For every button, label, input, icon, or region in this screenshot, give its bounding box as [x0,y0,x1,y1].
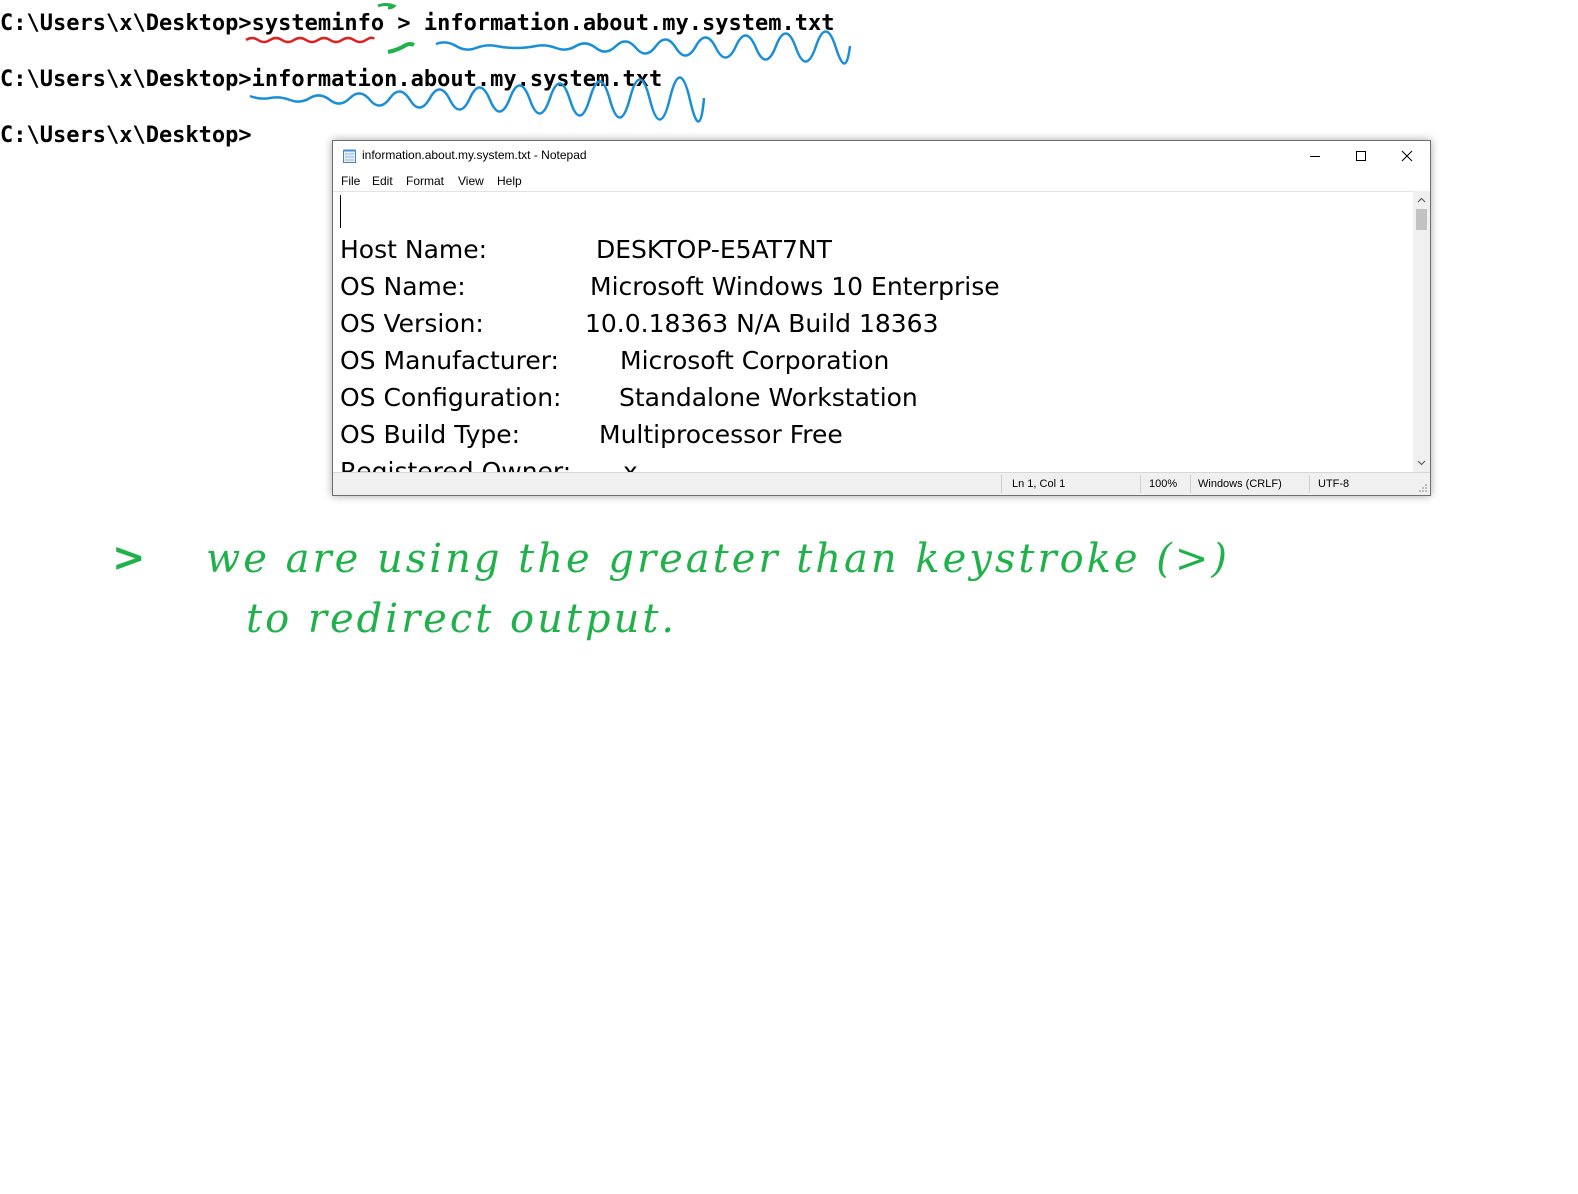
menu-view[interactable]: View [458,174,484,188]
minimize-icon [1310,156,1320,157]
handwritten-note-line-1: we are using the greater than keystroke … [206,536,1231,582]
info-key: Host Name: [340,235,488,264]
info-row: OS Configuration: Standalone Workstation [340,379,918,416]
info-row: OS Manufacturer: Microsoft Corporation [340,342,889,379]
handwritten-note-line-2: to redirect output. [246,596,678,642]
info-key: OS Name: [340,272,466,301]
status-separator [1309,475,1310,493]
info-value: Microsoft Windows 10 Enterprise [590,272,1000,301]
terminal-line-2: C:\Users\x\Desktop>information.about.my.… [0,66,662,94]
info-row: OS Name: Microsoft Windows 10 Enterprise [340,268,1000,305]
status-separator [1140,475,1141,493]
scroll-down-button[interactable] [1413,456,1430,470]
menu-edit[interactable]: Edit [372,174,393,188]
window-title: information.about.my.system.txt - Notepa… [362,148,587,162]
prompt: C:\Users\x\Desktop> [0,123,252,148]
chevron-down-icon [1417,460,1426,466]
info-key: OS Configuration: [340,383,562,412]
output-filename: information.about.my.system.txt [423,11,835,36]
prompt: C:\Users\x\Desktop> [0,67,252,92]
info-value: Multiprocessor Free [599,420,843,449]
chevron-up-icon [1417,197,1426,203]
status-separator [1001,475,1002,493]
info-key: OS Build Type: [340,420,521,449]
text-editor[interactable]: Host Name: DESKTOP-E5AT7NT OS Name: Micr… [333,191,1413,473]
info-value: DESKTOP-E5AT7NT [596,235,832,264]
notepad-icon [343,149,356,163]
menu-help[interactable]: Help [497,174,522,188]
handwritten-arrow: > [112,534,149,581]
command-systeminfo: systeminfo [251,11,385,36]
menu-format[interactable]: Format [406,174,444,188]
maximize-icon [1356,151,1366,161]
info-row: Host Name: DESKTOP-E5AT7NT [340,231,832,268]
close-button[interactable] [1384,141,1430,171]
command-open-file: information.about.my.system.txt [251,67,663,92]
menu-file[interactable]: File [341,174,360,188]
red-underline [245,36,376,44]
status-separator [1190,475,1191,493]
title-bar[interactable]: information.about.my.system.txt - Notepa… [333,141,1430,171]
info-value: 10.0.18363 N/A Build 18363 [585,309,939,338]
info-key: Registered Owner: [340,457,572,473]
status-line-ending: Windows (CRLF) [1198,478,1282,490]
redirect-operator: > [384,11,424,36]
green-tick-top [377,3,397,10]
info-key: OS Version: [340,309,484,338]
resize-grip-icon[interactable] [1418,483,1428,493]
scroll-thumb[interactable] [1416,209,1427,230]
minimize-button[interactable] [1292,141,1338,171]
info-row: Registered Owner: x [340,453,638,473]
info-row: OS Build Type: Multiprocessor Free [340,416,843,453]
info-value: Microsoft Corporation [620,346,890,375]
status-encoding: UTF-8 [1318,478,1350,490]
vertical-scrollbar[interactable] [1413,191,1430,472]
prompt: C:\Users\x\Desktop> [0,11,252,36]
info-row: OS Version: 10.0.18363 N/A Build 18363 [340,305,939,342]
status-position: Ln 1, Col 1 [1012,478,1066,490]
status-bar: Ln 1, Col 1 100% Windows (CRLF) UTF-8 [333,472,1430,495]
scroll-up-button[interactable] [1413,193,1430,207]
info-key: OS Manufacturer: [340,346,559,375]
notepad-window: information.about.my.system.txt - Notepa… [332,140,1431,496]
maximize-button[interactable] [1338,141,1384,171]
text-caret [340,195,341,228]
menu-bar: File Edit Format View Help [333,171,1430,191]
info-value: x [623,457,638,473]
info-value: Standalone Workstation [619,383,918,412]
terminal-line-1: C:\Users\x\Desktop>systeminfo > informat… [0,10,834,38]
terminal-line-3: C:\Users\x\Desktop> [0,122,252,150]
green-tick-bottom [387,42,415,54]
close-icon [1401,150,1413,162]
status-zoom: 100% [1149,478,1178,490]
